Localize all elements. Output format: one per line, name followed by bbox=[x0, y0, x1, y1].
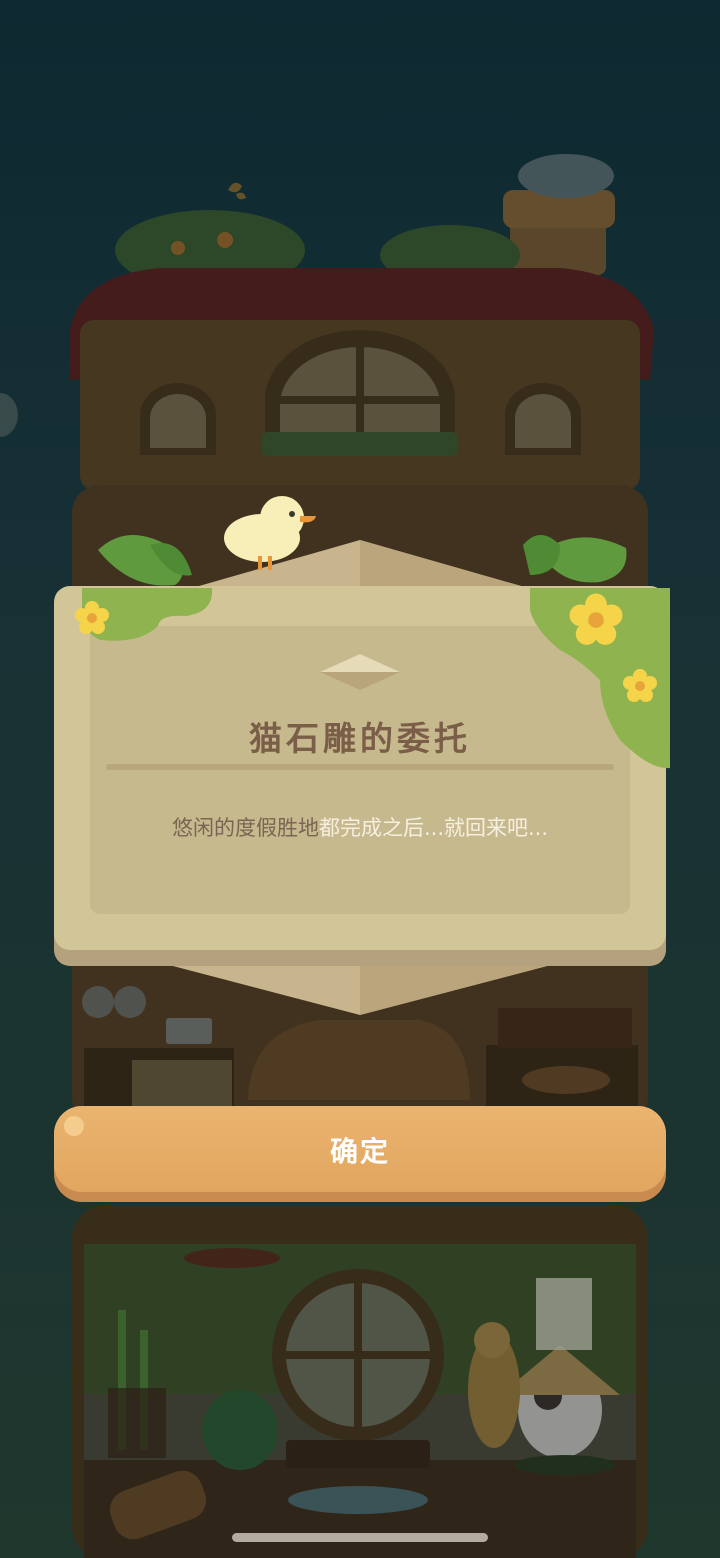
leaf-decoration bbox=[81, 535, 670, 769]
confirm-button[interactable]: 确定 bbox=[54, 1106, 666, 1202]
home-indicator-bar[interactable] bbox=[232, 1533, 488, 1542]
confirm-button-face: 确定 bbox=[54, 1106, 666, 1192]
confirm-button-label: 确定 bbox=[329, 1135, 390, 1168]
duck-mascot-icon bbox=[224, 496, 316, 570]
quest-dialog: 猫石雕的委托 悠闲的度假胜地都完成之后...就回来吧... bbox=[54, 496, 670, 1020]
yellow-flower-icon bbox=[623, 669, 657, 702]
yellow-flower-icon bbox=[75, 601, 109, 634]
yellow-flower-icon bbox=[569, 593, 623, 645]
